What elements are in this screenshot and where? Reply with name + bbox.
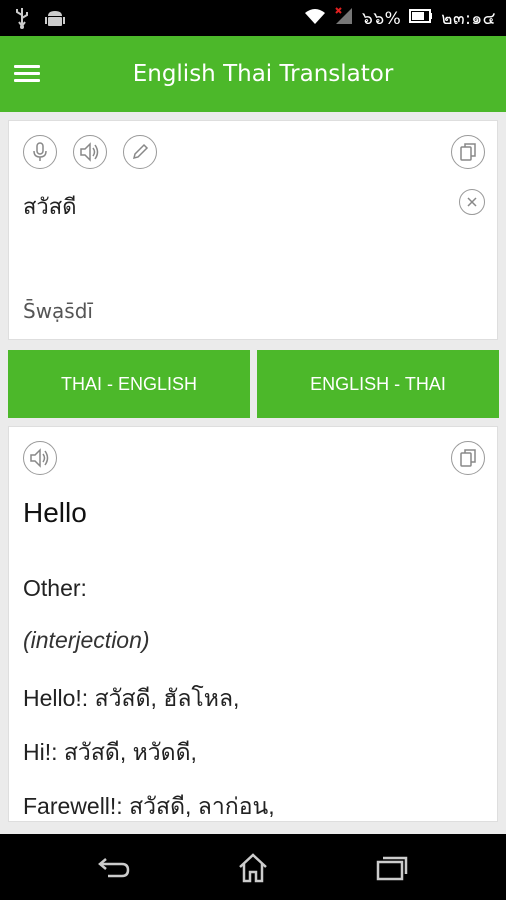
android-icon [44, 7, 66, 33]
list-item: Farewell!: สวัสดี, ลาก่อน, [23, 793, 275, 819]
output-card: Hello Other: (interjection) Hello!: สวัส… [8, 426, 498, 822]
usb-icon [14, 7, 30, 33]
wifi-icon [304, 7, 326, 30]
back-icon[interactable] [94, 848, 134, 888]
input-text[interactable]: สวัสดี [23, 189, 77, 224]
clock: ๒๓:๑๔ [441, 8, 496, 29]
translation-text: Hello [23, 497, 87, 528]
recent-apps-icon[interactable] [372, 848, 412, 888]
app-bar: English Thai Translator [0, 36, 506, 112]
list-item: Hello!: สวัสดี, ฮัลโหล, [23, 685, 240, 711]
battery-percent: ๖๖% [362, 8, 402, 29]
english-thai-button[interactable]: ENGLISH - THAI [257, 350, 499, 418]
clear-icon[interactable] [459, 189, 485, 215]
hamburger-menu-icon[interactable] [12, 58, 44, 90]
pencil-icon[interactable] [123, 135, 157, 169]
speaker-icon[interactable] [73, 135, 107, 169]
app-title: English Thai Translator [132, 61, 394, 87]
battery-icon [409, 8, 433, 29]
signal-icon [334, 6, 354, 31]
speaker-icon[interactable] [23, 441, 57, 475]
copy-icon[interactable] [451, 441, 485, 475]
transliteration: S̄wạs̄dī [23, 299, 93, 323]
home-icon[interactable] [233, 848, 273, 888]
microphone-icon[interactable] [23, 135, 57, 169]
navigation-bar [0, 834, 506, 900]
copy-icon[interactable] [451, 135, 485, 169]
status-bar: ๖๖% ๒๓:๑๔ [0, 0, 506, 36]
part-of-speech: (interjection) [23, 627, 150, 653]
other-label: Other: [23, 575, 87, 601]
thai-english-button[interactable]: THAI - ENGLISH [8, 350, 250, 418]
input-card: สวัสดี S̄wạs̄dī [8, 120, 498, 340]
list-item: Hi!: สวัสดี, หวัดดี, [23, 739, 197, 765]
